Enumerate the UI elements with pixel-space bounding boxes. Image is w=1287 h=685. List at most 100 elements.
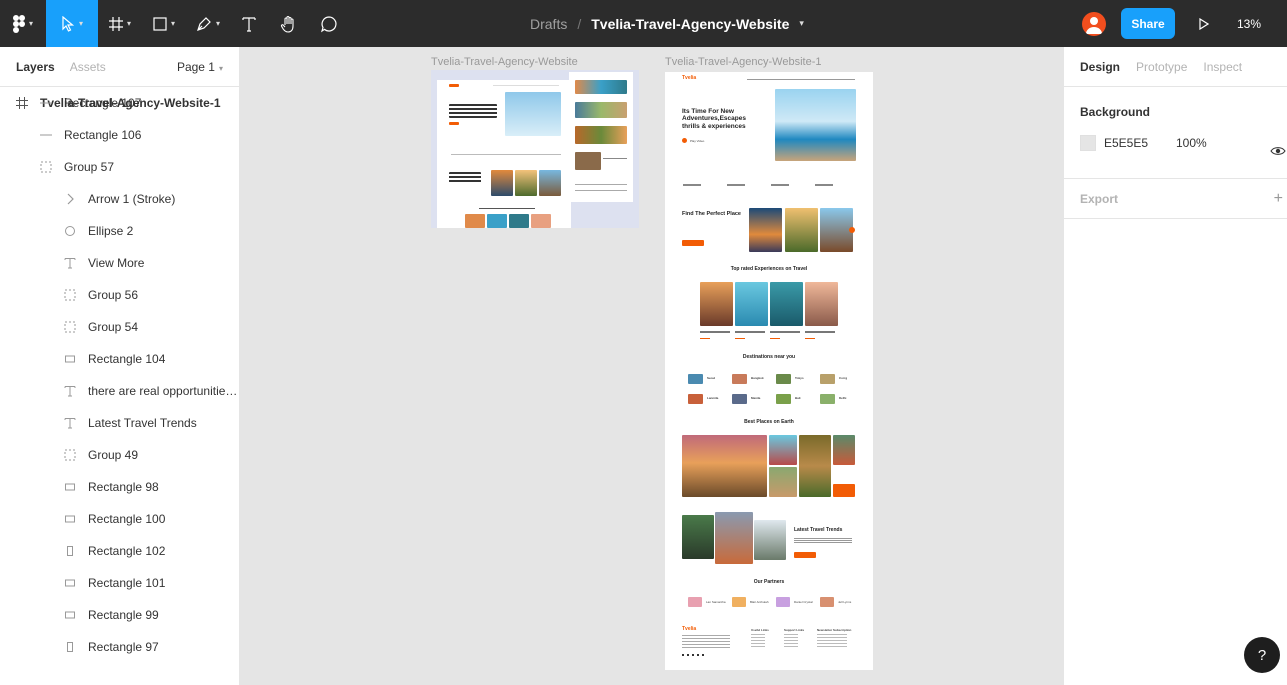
- experience-image: [735, 282, 768, 326]
- layer-row[interactable]: View More: [0, 247, 239, 279]
- layer-row[interactable]: Ellipse 2: [0, 215, 239, 247]
- explore-button: [682, 240, 704, 246]
- layer-row[interactable]: Group 54: [0, 311, 239, 343]
- destinations-title: Destinations near you: [742, 354, 796, 360]
- preview-image-row: [575, 126, 627, 144]
- background-color-swatch[interactable]: [1080, 135, 1096, 151]
- background-hex-input[interactable]: E5E5E5: [1104, 136, 1176, 150]
- layer-row[interactable]: Latest Travel Trends: [0, 407, 239, 439]
- layers-panel: Layers Assets Page 1 ▾ Tvelia-Travel-Agen…: [0, 47, 240, 685]
- tab-assets[interactable]: Assets: [70, 60, 106, 74]
- eye-icon[interactable]: [1269, 145, 1287, 157]
- comment-tool-button[interactable]: [310, 0, 348, 47]
- zoom-level[interactable]: 13%: [1237, 17, 1287, 31]
- share-button[interactable]: Share: [1121, 8, 1175, 39]
- next-arrow: [849, 227, 855, 233]
- layer-row[interactable]: Rectangle 100: [0, 503, 239, 535]
- page-selector[interactable]: Page 1 ▾: [177, 60, 223, 74]
- pen-tool-button[interactable]: ▾: [186, 0, 230, 47]
- play-video-icon: [682, 138, 687, 143]
- drafts-link[interactable]: Drafts: [530, 16, 567, 32]
- help-button[interactable]: ?: [1244, 637, 1280, 673]
- best-place-image: [769, 435, 797, 465]
- layer-row[interactable]: Group 57: [0, 151, 239, 183]
- desktop-preview: [437, 80, 571, 228]
- text-tool-button[interactable]: [230, 0, 268, 47]
- nav-bar: [493, 85, 559, 86]
- layer-row[interactable]: Rectangle 99: [0, 599, 239, 631]
- shape-tool-button[interactable]: ▾: [142, 0, 186, 47]
- frame-preview-website[interactable]: [431, 70, 639, 228]
- tab-prototype[interactable]: Prototype: [1136, 60, 1187, 74]
- destination-image: [732, 374, 747, 384]
- latest-trends-title: Latest Travel Trends: [794, 527, 843, 533]
- destination-name: Bali: [795, 396, 801, 400]
- tab-design[interactable]: Design: [1080, 60, 1120, 74]
- text-icon: [64, 385, 76, 397]
- frame-preview-website-1[interactable]: Tvelia Its Time For New Adventures,Escap…: [665, 72, 873, 670]
- destination-name: Manila: [751, 396, 761, 400]
- destination-name: Seoul: [707, 376, 716, 380]
- background-title: Background: [1080, 105, 1151, 119]
- section-title: [479, 208, 535, 209]
- main-menu-button[interactable]: ▾: [0, 0, 46, 47]
- file-name[interactable]: Tvelia-Travel-Agency-Website: [591, 16, 789, 32]
- features-row: [683, 184, 853, 186]
- layer-row[interactable]: Rectangle 98: [0, 471, 239, 503]
- side-preview: [569, 72, 633, 202]
- layer-row[interactable]: Arrow 1 (Stroke): [0, 183, 239, 215]
- partner-name: Daniel Crystal: [794, 600, 813, 604]
- partners-title: Our Partners: [753, 579, 785, 585]
- present-button[interactable]: [1191, 9, 1217, 39]
- chevron-down-icon: ▾: [78, 19, 83, 28]
- layer-row[interactable]: Rectangle 101: [0, 567, 239, 599]
- place-image: [539, 170, 561, 196]
- layer-row[interactable]: Rectangle 97: [0, 631, 239, 663]
- text-icon: [242, 16, 256, 32]
- footer-column-links: [817, 634, 847, 648]
- layer-name: Rectangle 100: [88, 512, 166, 526]
- canvas[interactable]: Tvelia-Travel-Agency-Website Tvelia-Trav…: [240, 47, 1063, 685]
- site-logo: Tvelia: [682, 75, 697, 81]
- background-fill-row: E5E5E5 100%: [1080, 135, 1271, 151]
- layer-row[interactable]: Group 56: [0, 279, 239, 311]
- group-icon: [64, 449, 76, 461]
- best-place-cta: [833, 484, 855, 497]
- preview-image-row: [575, 80, 627, 94]
- add-export-icon[interactable]: +: [1274, 191, 1283, 207]
- frame-label[interactable]: Tvelia-Travel-Agency-Website-1: [665, 56, 822, 68]
- hero-image: [775, 89, 856, 161]
- layer-name: Latest Travel Trends: [88, 416, 197, 430]
- layer-row[interactable]: Group 49: [0, 439, 239, 471]
- layer-row[interactable]: Rectangle 107: [0, 87, 239, 119]
- place-image: [785, 208, 818, 252]
- avatar[interactable]: [1082, 11, 1106, 36]
- chevron-down-icon[interactable]: ▾: [799, 18, 804, 29]
- frame-label[interactable]: Tvelia-Travel-Agency-Website: [431, 56, 578, 68]
- footer-social-icons: [682, 654, 704, 656]
- layer-name: Rectangle 107: [64, 96, 142, 110]
- layer-row[interactable]: Rectangle 102: [0, 535, 239, 567]
- move-tool-button[interactable]: ▾: [46, 0, 98, 47]
- layer-name: Group 49: [88, 448, 139, 462]
- layer-row[interactable]: Rectangle 104: [0, 343, 239, 375]
- place-image: [515, 170, 537, 196]
- page-name: Page 1: [176, 60, 215, 74]
- tab-layers[interactable]: Layers: [16, 60, 55, 74]
- toolbar-right: Share 13%: [1082, 0, 1287, 47]
- background-opacity-input[interactable]: 100%: [1176, 136, 1207, 150]
- experience-ratings: [700, 338, 838, 339]
- frame-tool-button[interactable]: ▾: [98, 0, 142, 47]
- layer-row[interactable]: Rectangle 106: [0, 119, 239, 151]
- breadcrumb-separator: /: [577, 15, 582, 32]
- preview-text: [603, 158, 627, 159]
- destination-image: [820, 394, 835, 404]
- logo-mark: [449, 84, 459, 87]
- footer-column-title: Support Links: [784, 628, 805, 632]
- find-title-lines: [449, 172, 481, 184]
- hand-tool-button[interactable]: [268, 0, 310, 47]
- tab-inspect[interactable]: Inspect: [1203, 60, 1242, 74]
- experience-image: [805, 282, 838, 326]
- place-image: [491, 170, 513, 196]
- layer-row[interactable]: there are real opportunities...: [0, 375, 239, 407]
